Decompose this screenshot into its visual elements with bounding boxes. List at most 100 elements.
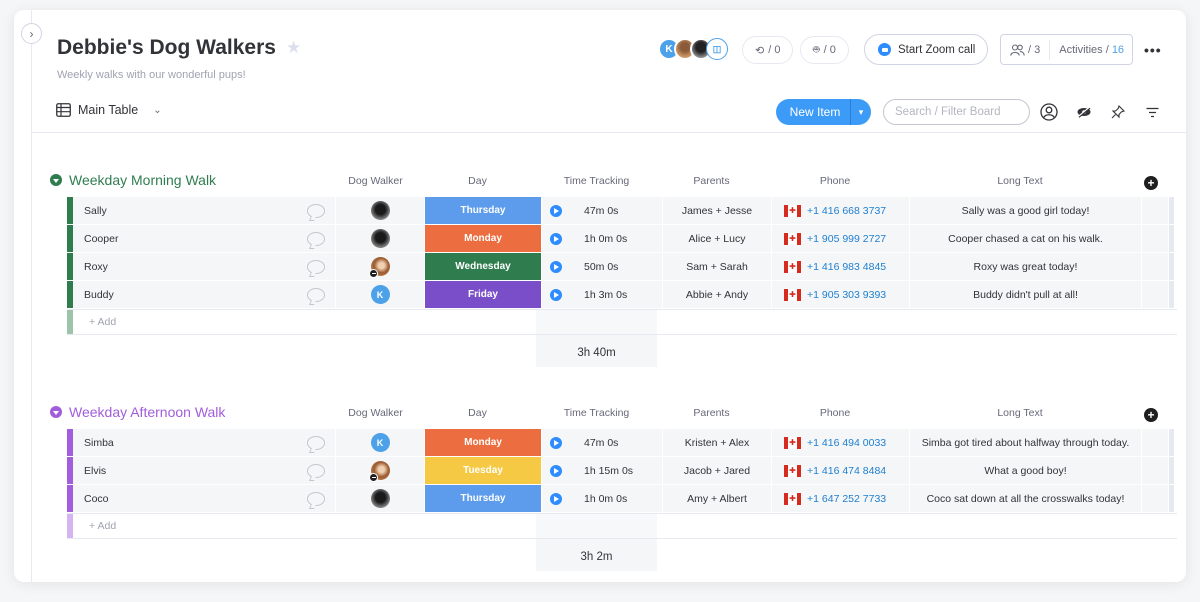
play-icon[interactable] [550,464,562,477]
phone-cell[interactable]: ✚ +1 905 999 2727 [772,225,910,252]
table-row[interactable]: Coco Thursday 1h 0m 0s Amy + Albert ✚ +1… [67,485,1174,512]
phone-cell[interactable]: ✚ +1 416 474 8484 [772,457,910,484]
item-name[interactable]: Simba [84,437,114,449]
phone-cell[interactable]: ✚ +1 416 668 3737 [772,197,910,224]
comment-bubble-icon[interactable] [307,287,325,302]
expand-sidebar-button[interactable]: › [21,23,42,44]
add-column-icon[interactable]: + [1144,408,1158,422]
phone-cell[interactable]: ✚ +1 647 252 7733 [772,485,910,512]
phone-link[interactable]: +1 905 999 2727 [807,233,886,245]
dog-walker-cell[interactable] [336,253,425,280]
phone-cell[interactable]: ✚ +1 416 983 4845 [772,253,910,280]
parents-cell[interactable]: Jacob + Jared [663,457,772,484]
activities-button[interactable]: Activities / 16 [1050,44,1124,56]
time-tracking-cell[interactable]: 1h 0m 0s [542,225,663,252]
time-tracking-cell[interactable]: 47m 0s [542,429,663,456]
chevron-down-icon[interactable]: ▾ [850,99,871,125]
item-name[interactable]: Buddy [84,289,114,301]
item-name-cell[interactable]: Buddy [73,281,336,308]
day-status-cell[interactable]: Thursday [425,197,542,224]
column-header[interactable]: Day [419,175,536,187]
table-row[interactable]: Buddy K Friday 1h 3m 0s Abbie + Andy ✚ +… [67,281,1174,308]
item-name[interactable]: Coco [84,493,109,505]
filter-icon[interactable] [1142,102,1162,122]
phone-link[interactable]: +1 647 252 7733 [807,493,886,505]
table-row[interactable]: Sally Thursday 47m 0s James + Jesse ✚ +1… [67,197,1174,224]
item-name-cell[interactable]: Simba [73,429,336,456]
walker-avatar[interactable]: K [370,285,390,304]
phone-link[interactable]: +1 416 474 8484 [807,465,886,477]
column-header[interactable]: Time Tracking [536,175,657,187]
day-status-cell[interactable]: Monday [425,429,542,456]
comment-bubble-icon[interactable] [307,463,325,478]
comment-bubble-icon[interactable] [307,491,325,506]
walker-avatar[interactable] [368,461,390,482]
add-column-icon[interactable]: + [1144,176,1158,190]
walker-avatar[interactable] [370,489,390,508]
walker-avatar[interactable]: K [370,433,390,452]
column-header[interactable]: Phone [766,175,904,187]
phone-cell[interactable]: ✚ +1 416 494 0033 [772,429,910,456]
parents-cell[interactable]: James + Jesse [663,197,772,224]
board-title[interactable]: Debbie's Dog Walkers [57,36,276,60]
column-header[interactable]: Dog Walker [332,407,419,419]
time-tracking-cell[interactable]: 1h 0m 0s [542,485,663,512]
play-icon[interactable] [550,436,562,449]
play-icon[interactable] [550,232,562,245]
comment-bubble-icon[interactable] [307,231,325,246]
group-header[interactable]: Weekday Morning Walk [50,172,216,188]
long-text-cell[interactable]: Coco sat down at all the crosswalks toda… [910,485,1142,512]
view-selector[interactable]: Main Table ⌄ [56,103,162,117]
members-button[interactable]: / 3 [1001,39,1051,60]
long-text-cell[interactable]: Cooper chased a cat on his walk. [910,225,1142,252]
long-text-cell[interactable]: Buddy didn't pull at all! [910,281,1142,308]
more-options-icon[interactable]: ••• [1144,42,1162,58]
item-name-cell[interactable]: Roxy [73,253,336,280]
person-filter-icon[interactable] [1039,102,1059,122]
integrations-button[interactable]: ⟲ / 0 [742,36,794,64]
parents-cell[interactable]: Amy + Albert [663,485,772,512]
item-name-cell[interactable]: Elvis [73,457,336,484]
walker-avatar[interactable] [368,257,390,278]
day-status-cell[interactable]: Thursday [425,485,542,512]
long-text-cell[interactable]: Simba got tired about halfway through to… [910,429,1142,456]
column-header[interactable]: Phone [766,407,904,419]
dog-walker-cell[interactable]: K [336,281,425,308]
play-icon[interactable] [550,204,562,217]
item-name[interactable]: Elvis [84,465,106,477]
group-header[interactable]: Weekday Afternoon Walk [50,404,225,420]
phone-link[interactable]: +1 416 983 4845 [807,261,886,273]
comment-bubble-icon[interactable] [307,203,325,218]
play-icon[interactable] [550,288,562,301]
subscribers[interactable]: K ◫ [658,38,728,60]
collapse-group-icon[interactable] [50,174,62,186]
long-text-cell[interactable]: Roxy was great today! [910,253,1142,280]
dog-walker-cell[interactable] [336,225,425,252]
collapse-group-icon[interactable] [50,406,62,418]
column-header[interactable]: Long Text [904,407,1136,419]
phone-link[interactable]: +1 416 494 0033 [807,437,886,449]
group-title[interactable]: Weekday Afternoon Walk [69,404,225,420]
parents-cell[interactable]: Kristen + Alex [663,429,772,456]
item-name-cell[interactable]: Cooper [73,225,336,252]
board-description[interactable]: Weekly walks with our wonderful pups! [57,69,246,81]
long-text-cell[interactable]: What a good boy! [910,457,1142,484]
column-header[interactable]: Time Tracking [536,407,657,419]
item-name[interactable]: Sally [84,205,107,217]
hide-columns-icon[interactable] [1074,102,1094,122]
column-header[interactable]: Day [419,407,536,419]
search-input[interactable] [883,99,1030,125]
table-row[interactable]: Elvis Tuesday 1h 15m 0s Jacob + Jared ✚ … [67,457,1174,484]
add-item-input[interactable]: + Add [73,520,116,532]
time-tracking-cell[interactable]: 47m 0s [542,197,663,224]
item-name[interactable]: Cooper [84,233,118,245]
parents-cell[interactable]: Sam + Sarah [663,253,772,280]
item-name-cell[interactable]: Coco [73,485,336,512]
column-header[interactable]: Parents [657,407,766,419]
day-status-cell[interactable]: Friday [425,281,542,308]
day-status-cell[interactable]: Wednesday [425,253,542,280]
comment-bubble-icon[interactable] [307,435,325,450]
time-tracking-cell[interactable]: 1h 3m 0s [542,281,663,308]
table-row[interactable]: Roxy Wednesday 50m 0s Sam + Sarah ✚ +1 4… [67,253,1174,280]
time-tracking-cell[interactable]: 50m 0s [542,253,663,280]
